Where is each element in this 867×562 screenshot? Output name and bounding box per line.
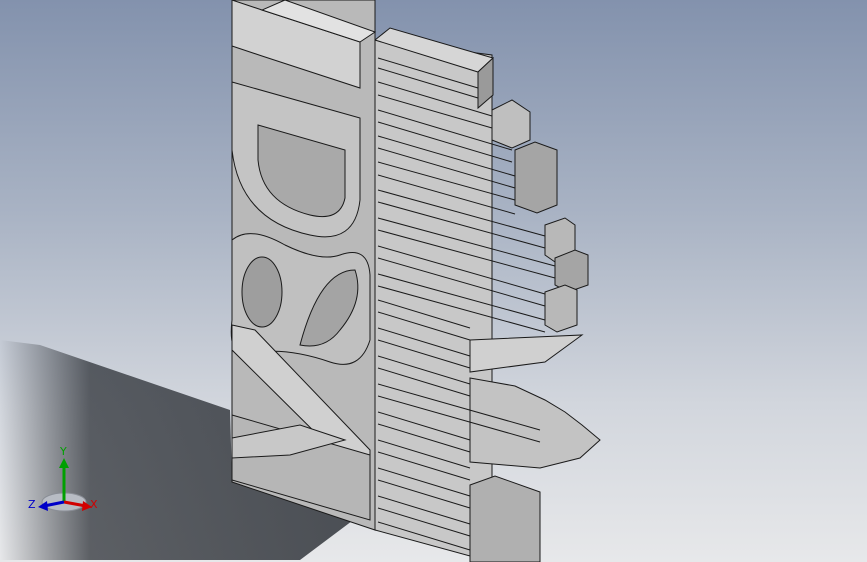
step-block-2: [491, 99, 531, 149]
step-block-5: [554, 249, 589, 293]
step-block-3: [514, 141, 558, 214]
bottom-block: [469, 475, 541, 562]
3d-viewport[interactable]: Y X Z: [0, 0, 867, 562]
coordinate-triad[interactable]: Y X Z: [26, 440, 106, 520]
z-axis-label: Z: [28, 498, 36, 511]
y-axis-arrow: [59, 458, 69, 468]
arrow-wedge: [469, 334, 584, 373]
stair-block: [469, 377, 601, 469]
letter-s-hole-upper: [241, 256, 283, 328]
x-axis-label: X: [90, 498, 98, 511]
lettered-bracket-model[interactable]: [0, 0, 867, 562]
y-axis-label: Y: [59, 445, 67, 458]
step-block-6: [544, 284, 578, 333]
